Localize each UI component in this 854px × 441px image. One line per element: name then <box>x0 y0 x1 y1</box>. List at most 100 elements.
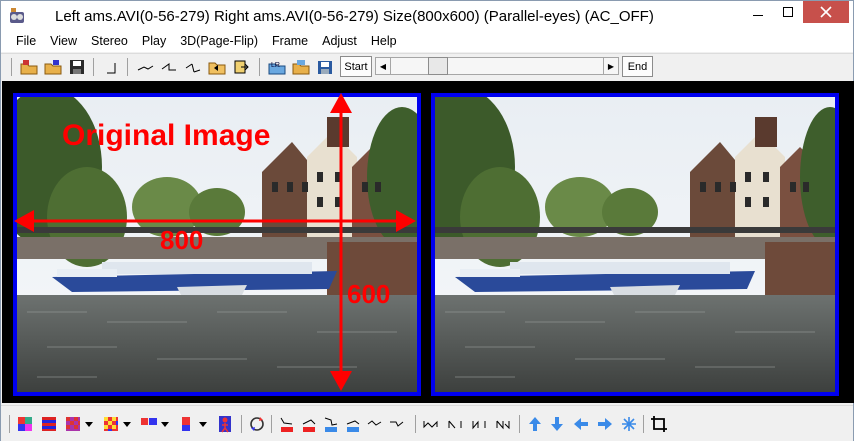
open-left-button[interactable] <box>19 57 39 77</box>
slider-right-button[interactable]: ▶ <box>603 57 619 75</box>
minimize-icon <box>753 15 763 16</box>
checker-dropdown[interactable] <box>83 414 95 434</box>
align-6-icon <box>390 421 404 427</box>
title-bar[interactable]: Left ams.AVI(0-56-279) Right ams.AVI(0-5… <box>1 1 853 31</box>
menu-file[interactable]: File <box>9 31 43 52</box>
align-9-button[interactable] <box>469 414 489 434</box>
window-title: Left ams.AVI(0-56-279) Right ams.AVI(0-5… <box>55 8 654 25</box>
mosaic-button[interactable] <box>101 414 121 434</box>
side-by-side-icon <box>141 418 157 425</box>
menu-play[interactable]: Play <box>135 31 173 52</box>
single-view-button[interactable] <box>177 414 197 434</box>
side-by-side-button[interactable] <box>139 414 159 434</box>
interlace-icon <box>42 417 56 431</box>
crop-button[interactable] <box>649 414 669 434</box>
stereo-viewer[interactable]: Original Image 800 600 <box>2 81 854 403</box>
color-anaglyph-button[interactable] <box>15 414 35 434</box>
right-arrow-icon <box>598 418 612 430</box>
down-arrow-icon <box>551 417 563 431</box>
toolbar-separator <box>241 415 242 433</box>
save-pair-button[interactable] <box>315 57 335 77</box>
annotation-overlay: Original Image 800 600 <box>14 93 416 391</box>
frame-slider-thumb[interactable] <box>428 57 448 75</box>
align-9-icon <box>472 420 486 430</box>
line-1-icon <box>137 65 154 71</box>
side-by-side-dropdown[interactable] <box>159 414 171 434</box>
open-folder-button[interactable] <box>207 57 227 77</box>
open-right-button[interactable] <box>43 57 63 77</box>
menu-3d-page-flip[interactable]: 3D(Page-Flip) <box>173 31 265 52</box>
dropdown-arrow-icon <box>161 422 169 427</box>
person-button[interactable] <box>215 414 235 434</box>
app-icon[interactable] <box>8 7 26 25</box>
slider-left-button[interactable]: ◀ <box>375 57 391 75</box>
close-button[interactable] <box>803 1 849 23</box>
dropdown-arrow-icon <box>123 422 131 427</box>
reset-button[interactable] <box>619 414 639 434</box>
mosaic-icon <box>104 417 118 431</box>
rotate-icon <box>250 417 264 431</box>
mosaic-dropdown[interactable] <box>121 414 133 434</box>
original-image-caption: Original Image <box>62 119 270 152</box>
line-1-button[interactable] <box>135 57 155 77</box>
right-triangle-icon: ▶ <box>607 61 615 71</box>
align-4-button[interactable] <box>343 414 363 434</box>
move-up-button[interactable] <box>525 414 545 434</box>
align-7-icon <box>423 420 438 429</box>
dropdown-arrow-icon <box>85 422 93 427</box>
up-arrow-icon <box>529 417 541 431</box>
start-button[interactable]: Start <box>340 56 372 77</box>
toolbar-separator <box>519 415 520 433</box>
left-triangle-icon: ◀ <box>379 61 387 71</box>
toolbar-separator <box>643 415 644 433</box>
export-button[interactable] <box>231 57 251 77</box>
end-button[interactable]: End <box>622 56 653 77</box>
load-r-button[interactable] <box>291 57 311 77</box>
align-1-icon <box>280 417 293 432</box>
toolbar-separator <box>415 415 416 433</box>
interlace-button[interactable] <box>39 414 59 434</box>
align-6-button[interactable] <box>387 414 407 434</box>
line-2-button[interactable] <box>159 57 179 77</box>
swap-button[interactable] <box>101 57 121 77</box>
bottom-toolbar <box>1 405 853 441</box>
save-icon <box>70 60 84 74</box>
height-arrow <box>330 93 352 391</box>
save-button[interactable] <box>67 57 87 77</box>
maximize-icon <box>783 7 793 17</box>
align-4-icon <box>346 420 360 432</box>
align-1-button[interactable] <box>277 414 297 434</box>
save-pair-icon <box>318 61 332 74</box>
single-view-dropdown[interactable] <box>197 414 209 434</box>
checker-button[interactable] <box>63 414 83 434</box>
svg-text:LR: LR <box>271 62 280 69</box>
line-3-button[interactable] <box>183 57 203 77</box>
minimize-button[interactable] <box>743 1 773 23</box>
width-label: 800 <box>160 225 203 255</box>
maximize-button[interactable] <box>773 1 803 23</box>
toolbar-separator <box>11 58 12 76</box>
menu-frame[interactable]: Frame <box>265 31 315 52</box>
align-2-button[interactable] <box>299 414 319 434</box>
menu-help[interactable]: Help <box>364 31 404 52</box>
toolbar-separator <box>271 415 272 433</box>
menu-view[interactable]: View <box>43 31 84 52</box>
align-8-button[interactable] <box>445 414 465 434</box>
align-10-button[interactable] <box>493 414 513 434</box>
move-right-button[interactable] <box>595 414 615 434</box>
frame-slider-track[interactable] <box>375 57 619 75</box>
close-icon <box>820 6 832 18</box>
align-5-button[interactable] <box>365 414 385 434</box>
move-left-button[interactable] <box>571 414 591 434</box>
left-arrow-icon <box>574 418 588 430</box>
load-l-button[interactable]: LR <box>267 57 287 77</box>
menu-stereo[interactable]: Stereo <box>84 31 135 52</box>
menu-adjust[interactable]: Adjust <box>315 31 364 52</box>
rotate-button[interactable] <box>247 414 267 434</box>
move-down-button[interactable] <box>547 414 567 434</box>
person-icon <box>219 416 231 433</box>
checker-icon <box>66 417 80 431</box>
align-7-button[interactable] <box>421 414 441 434</box>
align-3-button[interactable] <box>321 414 341 434</box>
open-folder-icon <box>208 62 226 75</box>
